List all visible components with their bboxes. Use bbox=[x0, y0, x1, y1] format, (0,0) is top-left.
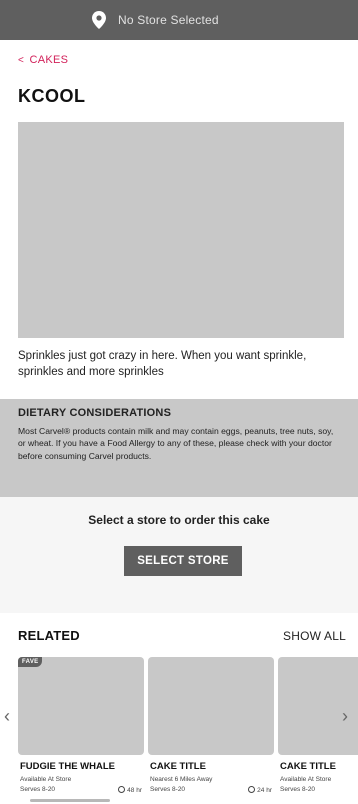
store-header-bar[interactable]: No Store Selected bbox=[0, 0, 358, 40]
related-card-availability: Available At Store bbox=[20, 776, 72, 783]
related-card-time-label: 48 hr bbox=[127, 787, 142, 794]
product-title: KCOOL bbox=[18, 86, 86, 106]
related-card-time-label: 24 hr bbox=[257, 787, 272, 794]
store-status-text: No Store Selected bbox=[118, 13, 219, 27]
carousel-prev-arrow-icon[interactable]: ‹ bbox=[4, 706, 10, 727]
select-store-section: Select a store to order this cake SELECT… bbox=[0, 497, 358, 613]
chevron-left-icon: < bbox=[18, 55, 25, 66]
related-card-name: CAKE TITLE bbox=[280, 761, 336, 772]
select-store-prompt: Select a store to order this cake bbox=[88, 513, 270, 527]
related-card[interactable]: CAKE TITLE Nearest 6 Miles Away Serves 8… bbox=[148, 657, 274, 801]
related-card-time: 24 hr bbox=[248, 786, 272, 794]
product-image-placeholder bbox=[18, 122, 344, 338]
related-card-image bbox=[148, 657, 274, 755]
related-card-availability: Available At Store bbox=[280, 776, 332, 783]
clock-icon bbox=[248, 786, 256, 793]
back-link-label: CAKES bbox=[29, 54, 69, 66]
related-heading: RELATED bbox=[18, 628, 80, 643]
related-card-time: 48 hr bbox=[118, 786, 142, 794]
back-to-cakes-link[interactable]: < CAKES bbox=[18, 54, 68, 66]
clock-icon bbox=[118, 786, 126, 793]
related-card-name: CAKE TITLE bbox=[150, 761, 206, 772]
related-card-serves: Serves 8-20 bbox=[20, 786, 56, 793]
related-carousel[interactable]: FAVE FUDGIE THE WHALE Available At Store… bbox=[0, 654, 358, 804]
dietary-heading: DIETARY CONSIDERATIONS bbox=[18, 407, 172, 419]
carousel-next-arrow-icon[interactable]: › bbox=[342, 706, 348, 727]
fave-badge: FAVE bbox=[18, 657, 43, 667]
location-pin-icon bbox=[92, 11, 106, 29]
related-card-image bbox=[18, 657, 144, 755]
dietary-body: Most Carvel® products contain milk and m… bbox=[18, 426, 334, 461]
carousel-scroll-indicator bbox=[30, 799, 110, 802]
related-card-availability: Nearest 6 Miles Away bbox=[150, 776, 213, 783]
product-description: Sprinkles just got crazy in here. When y… bbox=[18, 350, 307, 378]
related-card-serves: Serves 8-20 bbox=[150, 786, 186, 793]
related-card-serves: Serves 8-20 bbox=[280, 786, 316, 793]
show-all-link[interactable]: SHOW ALL bbox=[283, 629, 346, 643]
select-store-button[interactable]: SELECT STORE bbox=[124, 546, 242, 576]
related-card-name: FUDGIE THE WHALE bbox=[20, 761, 115, 772]
related-card[interactable]: FAVE FUDGIE THE WHALE Available At Store… bbox=[18, 657, 144, 801]
related-card[interactable]: CAKE TITLE Available At Store Serves 8-2… bbox=[278, 657, 358, 801]
dietary-considerations-section: DIETARY CONSIDERATIONS Most Carvel® prod… bbox=[0, 399, 358, 497]
